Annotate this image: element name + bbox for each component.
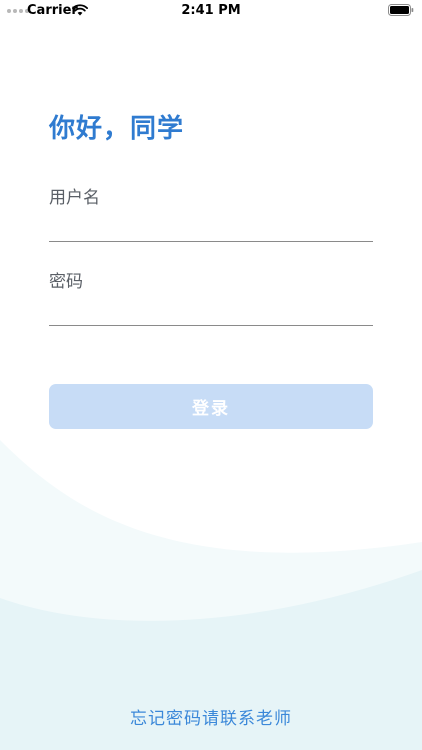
username-input[interactable] bbox=[49, 213, 373, 242]
username-label: 用户名 bbox=[49, 188, 100, 208]
login-button[interactable]: 登录 bbox=[49, 384, 373, 429]
password-input[interactable] bbox=[49, 297, 373, 326]
greeting-title: 你好，同学 bbox=[49, 114, 185, 144]
status-time: 2:41 PM bbox=[181, 3, 241, 18]
battery-icon bbox=[388, 4, 414, 16]
password-label: 密码 bbox=[49, 272, 83, 292]
background-waves bbox=[0, 440, 422, 750]
status-bar: Carrier 2:41 PM bbox=[0, 0, 422, 22]
forgot-password-link[interactable]: 忘记密码请联系老师 bbox=[0, 704, 422, 729]
